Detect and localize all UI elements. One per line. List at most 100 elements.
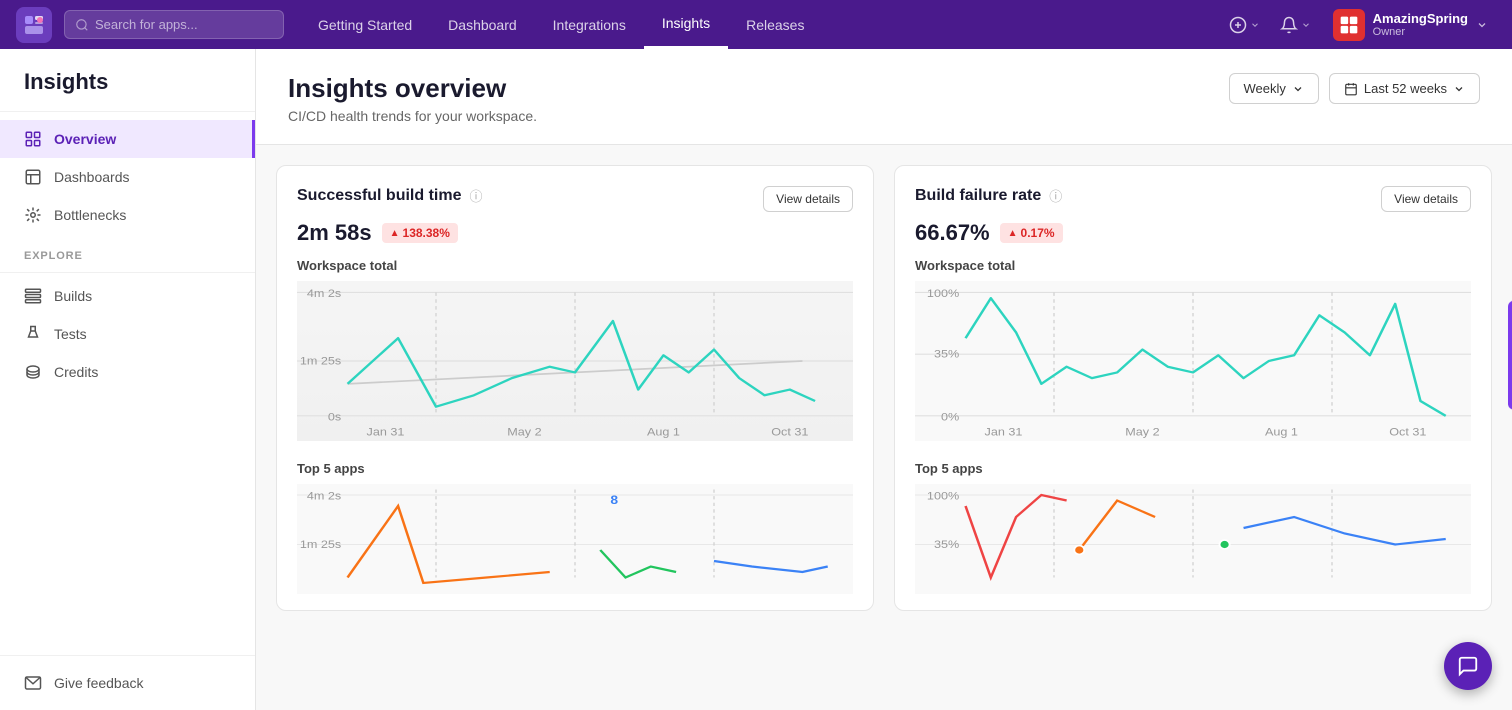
svg-text:Oct 31: Oct 31	[771, 425, 808, 438]
svg-text:100%: 100%	[927, 489, 960, 502]
search-bar[interactable]: Search for apps...	[64, 10, 284, 39]
svg-text:35%: 35%	[934, 347, 960, 360]
sidebar: Insights Overview Dashboards	[0, 49, 256, 710]
sidebar-builds-label: Builds	[54, 288, 92, 304]
failure-rate-top5-section: Top 5 apps	[895, 461, 1491, 610]
failure-rate-change: 0.17%	[1021, 226, 1055, 240]
svg-text:Aug 1: Aug 1	[1265, 425, 1298, 438]
nav-releases[interactable]: Releases	[728, 0, 822, 49]
build-time-top5-chart: 8 4m 2s 1m 25s	[297, 484, 853, 594]
chat-button[interactable]	[1444, 642, 1492, 690]
up-arrow-icon: ▲	[390, 228, 400, 239]
build-time-change: 138.38%	[403, 226, 450, 240]
build-time-badge: ▲ 138.38%	[382, 223, 458, 243]
user-info: AmazingSpring Owner	[1373, 11, 1468, 38]
failure-rate-top5-chart: 100% 35%	[915, 484, 1471, 594]
build-time-view-details[interactable]: View details	[763, 186, 853, 212]
svg-text:8: 8	[610, 493, 618, 507]
nav-getting-started[interactable]: Getting Started	[300, 0, 430, 49]
notifications-button[interactable]	[1274, 12, 1317, 38]
sidebar-item-bottlenecks[interactable]: Bottlenecks	[0, 196, 255, 234]
sidebar-item-tests[interactable]: Tests	[0, 315, 255, 353]
card-title-row: Successful build time ⓘ	[297, 186, 483, 205]
give-feedback-label: Give feedback	[54, 675, 144, 691]
failure-card-title-row: Build failure rate ⓘ	[915, 186, 1062, 205]
period-filter[interactable]: Weekly	[1229, 73, 1319, 104]
up-arrow-icon-2: ▲	[1008, 228, 1018, 239]
sidebar-nav: Overview Dashboards Bottlenecks EXPLORE	[0, 112, 255, 655]
failure-rate-card: Build failure rate ⓘ View details 66.67%…	[894, 165, 1492, 611]
feedback-tab[interactable]: Feedback	[1508, 300, 1512, 409]
nav-dashboard[interactable]: Dashboard	[430, 0, 535, 49]
svg-text:1m 25s: 1m 25s	[300, 354, 341, 367]
tests-icon	[24, 325, 42, 343]
build-time-top5-section: Top 5 apps	[277, 461, 873, 610]
failure-top5-svg: 100% 35%	[915, 484, 1471, 594]
sidebar-divider	[0, 272, 255, 273]
sidebar-item-builds[interactable]: Builds	[0, 277, 255, 315]
build-time-svg: 4m 2s 1m 25s 0s Jan 31 May 2 Aug 1 Oct 3…	[297, 281, 853, 441]
page-subtitle: CI/CD health trends for your workspace.	[288, 108, 537, 124]
chevron-down-icon	[1453, 83, 1465, 95]
failure-rate-title: Build failure rate	[915, 187, 1041, 205]
failure-rate-svg: 100% 35% 0% Jan 31 May 2 Aug 1 Oct 31	[915, 281, 1471, 441]
mail-icon	[24, 674, 42, 692]
info-icon-2[interactable]: ⓘ	[1049, 186, 1062, 205]
topnav-right: AmazingSpring Owner	[1223, 5, 1496, 45]
build-time-title: Successful build time	[297, 187, 461, 205]
build-time-chart-section: Workspace total	[277, 258, 873, 461]
info-icon[interactable]: ⓘ	[469, 186, 482, 205]
nav-insights[interactable]: Insights	[644, 0, 728, 49]
sidebar-item-dashboards[interactable]: Dashboards	[0, 158, 255, 196]
svg-text:4m 2s: 4m 2s	[307, 287, 341, 300]
sidebar-item-give-feedback[interactable]: Give feedback	[0, 664, 255, 702]
build-time-card: Successful build time ⓘ View details 2m …	[276, 165, 874, 611]
cards-grid: Successful build time ⓘ View details 2m …	[256, 145, 1512, 631]
sidebar-dashboards-label: Dashboards	[54, 169, 130, 185]
svg-text:0s: 0s	[328, 410, 341, 423]
add-button[interactable]	[1223, 12, 1266, 38]
header-right: Weekly Last 52 weeks	[1229, 73, 1481, 104]
failure-rate-header: Build failure rate ⓘ View details	[895, 166, 1491, 212]
build-time-value: 2m 58s	[297, 220, 372, 246]
header-left: Insights overview CI/CD health trends fo…	[288, 73, 537, 124]
svg-text:Aug 1: Aug 1	[647, 425, 680, 438]
chevron-down-icon	[1476, 19, 1488, 31]
nav-integrations[interactable]: Integrations	[535, 0, 644, 49]
dashboard-icon	[24, 168, 42, 186]
chat-icon	[1457, 655, 1479, 677]
svg-text:May 2: May 2	[1125, 425, 1160, 438]
sidebar-title: Insights	[0, 49, 255, 112]
svg-text:May 2: May 2	[507, 425, 542, 438]
calendar-icon	[1344, 82, 1358, 96]
chevron-down-icon	[1292, 83, 1304, 95]
svg-text:1m 25s: 1m 25s	[300, 538, 341, 551]
app-logo[interactable]	[16, 7, 52, 43]
failure-rate-value: 66.67%	[915, 220, 990, 246]
failure-rate-view-details[interactable]: View details	[1381, 186, 1471, 212]
sidebar-item-overview[interactable]: Overview	[0, 120, 255, 158]
grid-icon	[24, 130, 42, 148]
workspace-total-label: Workspace total	[297, 258, 853, 273]
explore-label: EXPLORE	[0, 234, 255, 268]
sidebar-item-credits[interactable]: Credits	[0, 353, 255, 391]
svg-text:Jan 31: Jan 31	[367, 425, 405, 438]
failure-top5-label: Top 5 apps	[915, 461, 1471, 476]
build-time-metric: 2m 58s ▲ 138.38%	[277, 212, 873, 258]
user-role: Owner	[1373, 26, 1468, 38]
builds-icon	[24, 287, 42, 305]
page-title: Insights overview	[288, 73, 537, 104]
user-menu[interactable]: AmazingSpring Owner	[1325, 5, 1496, 45]
build-time-workspace-chart: 4m 2s 1m 25s 0s Jan 31 May 2 Aug 1 Oct 3…	[297, 281, 853, 441]
range-filter[interactable]: Last 52 weeks	[1329, 73, 1480, 104]
main-content: Insights overview CI/CD health trends fo…	[256, 49, 1512, 710]
sidebar-footer: Give feedback	[0, 655, 255, 710]
failure-rate-workspace-chart: 100% 35% 0% Jan 31 May 2 Aug 1 Oct 31	[915, 281, 1471, 441]
svg-text:100%: 100%	[927, 287, 960, 300]
sidebar-bottlenecks-label: Bottlenecks	[54, 207, 126, 223]
range-filter-value: Last 52 weeks	[1364, 81, 1447, 96]
failure-rate-chart-section: Workspace total	[895, 258, 1491, 461]
nav-links: Getting Started Dashboard Integrations I…	[300, 0, 1223, 49]
topnav: Search for apps... Getting Started Dashb…	[0, 0, 1512, 49]
content-header: Insights overview CI/CD health trends fo…	[256, 49, 1512, 145]
